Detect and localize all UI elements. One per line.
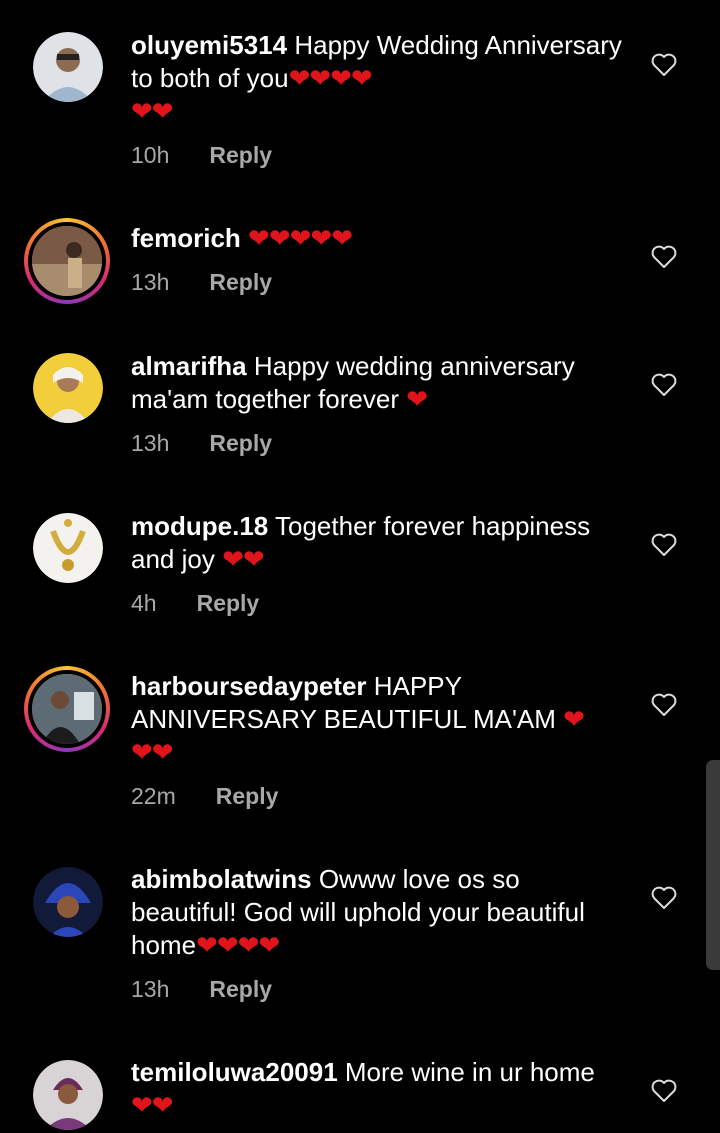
comment-username[interactable]: oluyemi5314 bbox=[131, 30, 287, 60]
heart-emoji: ❤❤❤❤ bbox=[196, 930, 280, 960]
scrollbar[interactable] bbox=[706, 760, 720, 970]
heart-emoji: ❤ bbox=[563, 704, 585, 734]
like-heart-icon[interactable] bbox=[651, 886, 677, 910]
comment-text: More wine in ur home bbox=[344, 1057, 595, 1087]
comment-time: 13h bbox=[131, 430, 170, 456]
comment-time: 22m bbox=[131, 783, 176, 809]
avatar[interactable] bbox=[33, 32, 103, 102]
comment-time: 13h bbox=[131, 976, 170, 1002]
reply-button[interactable]: Reply bbox=[209, 976, 272, 1003]
reply-button[interactable]: Reply bbox=[216, 783, 279, 810]
reply-button[interactable]: Reply bbox=[209, 430, 272, 457]
avatar[interactable] bbox=[33, 513, 103, 583]
heart-emoji: ❤❤❤❤ bbox=[288, 63, 373, 93]
comment-time: 13h bbox=[131, 269, 170, 295]
comment-username[interactable]: almarifha bbox=[131, 351, 247, 381]
avatar[interactable] bbox=[33, 1060, 103, 1130]
heart-emoji: ❤❤ bbox=[131, 96, 174, 126]
avatar[interactable] bbox=[33, 353, 103, 423]
like-heart-icon[interactable] bbox=[651, 533, 677, 557]
comment-username[interactable]: harboursedaypeter bbox=[131, 671, 367, 701]
heart-emoji: ❤❤ bbox=[222, 544, 265, 574]
heart-emoji: ❤❤❤❤❤ bbox=[248, 223, 353, 253]
avatar[interactable] bbox=[24, 218, 110, 304]
comment-username[interactable]: modupe.18 bbox=[131, 511, 268, 541]
like-heart-icon[interactable] bbox=[651, 53, 677, 77]
avatar[interactable] bbox=[24, 666, 110, 752]
like-heart-icon[interactable] bbox=[651, 245, 677, 269]
like-heart-icon[interactable] bbox=[651, 1079, 677, 1103]
reply-button[interactable]: Reply bbox=[197, 590, 260, 617]
comment-time: 10h bbox=[131, 142, 170, 168]
reply-button[interactable]: Reply bbox=[209, 142, 272, 169]
heart-emoji: ❤❤ bbox=[131, 1090, 174, 1120]
like-heart-icon[interactable] bbox=[651, 373, 677, 397]
heart-emoji: ❤ bbox=[406, 384, 428, 414]
comment-username[interactable]: femorich bbox=[131, 223, 241, 253]
avatar[interactable] bbox=[33, 867, 103, 937]
like-heart-icon[interactable] bbox=[651, 693, 677, 717]
reply-button[interactable]: Reply bbox=[209, 269, 272, 296]
heart-emoji: ❤❤ bbox=[131, 737, 174, 767]
comment-time: 4h bbox=[131, 590, 157, 616]
comment-username[interactable]: abimbolatwins bbox=[131, 864, 312, 894]
comment-username[interactable]: temiloluwa20091 bbox=[131, 1057, 338, 1087]
